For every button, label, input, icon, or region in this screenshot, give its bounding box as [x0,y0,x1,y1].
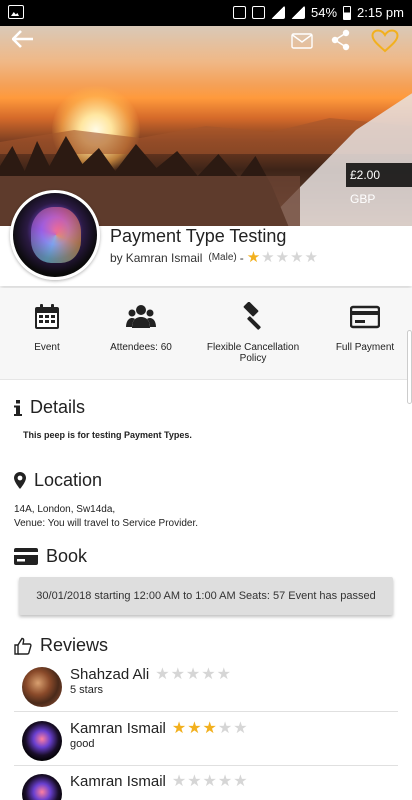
review-text: good [70,738,95,750]
reviewer-name[interactable]: Kamran Ismail [70,720,166,737]
star-empty-icon: ★ [187,772,202,790]
star-filled-icon: ★ [246,249,261,266]
star-filled-icon: ★ [171,719,187,737]
mute-icon [232,6,246,19]
reviewer-avatar[interactable] [22,667,62,707]
star-empty-icon: ★ [185,665,201,683]
feature-cancellation-policy[interactable]: Flexible Cancellation Policy [198,302,308,364]
star-empty-icon: ★ [171,772,187,790]
star-empty-icon: ★ [275,249,290,266]
booking-slot-button[interactable]: 30/01/2018 starting 12:00 AM to 1:00 AM … [19,577,393,615]
status-icons: 54% 2:15 pm [232,5,404,20]
byline-separator: - [239,250,244,265]
address-line: 14A, London, Sw14da, [14,504,116,515]
alarm-icon [251,6,265,19]
users-icon [126,305,156,328]
location-heading: Location [14,470,102,491]
review-item: Shahzad Ali ★ ★ ★ ★ ★ 5 stars [14,660,398,712]
reviewer-row: Kamran Ismail ★ ★ ★ ★ ★ [70,773,248,790]
feature-event-label: Event [34,342,60,353]
venue-line: Venue: You will travel to Service Provid… [14,518,198,529]
reviewer-name[interactable]: Shahzad Ali [70,666,149,683]
clock: 2:15 pm [357,5,404,20]
star-empty-icon: ★ [233,772,248,790]
feature-attendees-label: Attendees: 60 [110,342,172,353]
book-heading: Book [14,546,87,567]
host-name[interactable]: Kamran Ismail [126,251,203,265]
star-empty-icon: ★ [201,665,216,683]
reviewer-row: Kamran Ismail ★ ★ ★ ★ ★ [70,720,248,737]
reviewer-name[interactable]: Kamran Ismail [70,773,166,790]
price-badge: £2.00 GBP [346,163,412,206]
credit-card-icon [14,548,38,565]
feature-payment-label: Full Payment [335,342,395,353]
feature-payment: Full Payment [330,302,400,353]
by-prefix: by [110,250,123,265]
review-rating-stars: ★ ★ ★ ★ ★ [171,719,248,737]
star-empty-icon: ★ [170,665,185,683]
mail-icon[interactable] [291,33,313,49]
reviewer-row: Shahzad Ali ★ ★ ★ ★ ★ [70,666,231,683]
star-empty-icon: ★ [304,249,318,266]
review-rating-stars: ★ ★ ★ ★ ★ [171,772,248,790]
battery-percent: 54% [310,5,338,20]
event-features: Event Attendees: 60 Flexible Cancellatio… [0,288,412,380]
gavel-icon [243,302,261,330]
star-empty-icon: ★ [233,719,248,737]
scrollbar[interactable] [407,330,412,404]
reviews-title: Reviews [40,635,109,655]
location-address: 14A, London, Sw14da, Venue: You will tra… [14,503,198,531]
star-empty-icon: ★ [202,772,217,790]
star-empty-icon: ★ [216,665,231,683]
credit-card-icon [350,305,380,329]
details-text: This peep is for testing Payment Types. [23,430,192,440]
status-bar: 54% 2:15 pm [0,0,412,26]
feature-event: Event [27,302,67,353]
star-filled-icon: ★ [202,719,217,737]
review-item: Kamran Ismail ★ ★ ★ ★ ★ good [14,714,398,766]
map-pin-icon [14,472,26,489]
host-avatar[interactable] [10,190,100,280]
host-gender: (Male) [208,252,237,263]
review-rating-stars: ★ ★ ★ ★ ★ [155,665,231,683]
star-empty-icon: ★ [290,249,304,266]
calendar-icon [35,304,59,329]
review-text: 5 stars [70,684,104,696]
reviewer-avatar[interactable] [22,721,62,761]
host-rating-stars: ★ ★ ★ ★ ★ [247,250,318,265]
star-empty-icon: ★ [217,719,233,737]
feature-cancellation-label: Flexible Cancellation Policy [206,342,300,364]
star-empty-icon: ★ [261,249,275,266]
share-icon[interactable] [331,29,351,51]
star-empty-icon: ★ [217,772,233,790]
reviews-heading: Reviews [14,635,108,656]
review-item: Kamran Ismail ★ ★ ★ ★ ★ [14,767,398,800]
feature-attendees: Attendees: 60 [103,302,179,353]
favorite-heart-icon[interactable] [371,29,399,53]
wifi-icon [270,6,285,19]
event-title: Payment Type Testing [110,226,287,246]
details-title: Details [30,397,86,417]
signal-icon [290,6,305,19]
reviewer-avatar[interactable] [22,774,62,800]
details-heading: Details [14,397,85,418]
thumbs-up-icon [14,637,32,655]
battery-icon [343,5,352,20]
book-title: Book [46,546,88,566]
info-icon [14,399,22,416]
back-arrow-icon[interactable] [12,30,34,48]
host-byline: by Kamran Ismail (Male) - ★ ★ ★ ★ ★ [110,250,318,265]
star-empty-icon: ★ [155,665,170,683]
star-filled-icon: ★ [187,719,202,737]
gallery-icon [8,5,24,19]
location-title: Location [34,470,103,490]
